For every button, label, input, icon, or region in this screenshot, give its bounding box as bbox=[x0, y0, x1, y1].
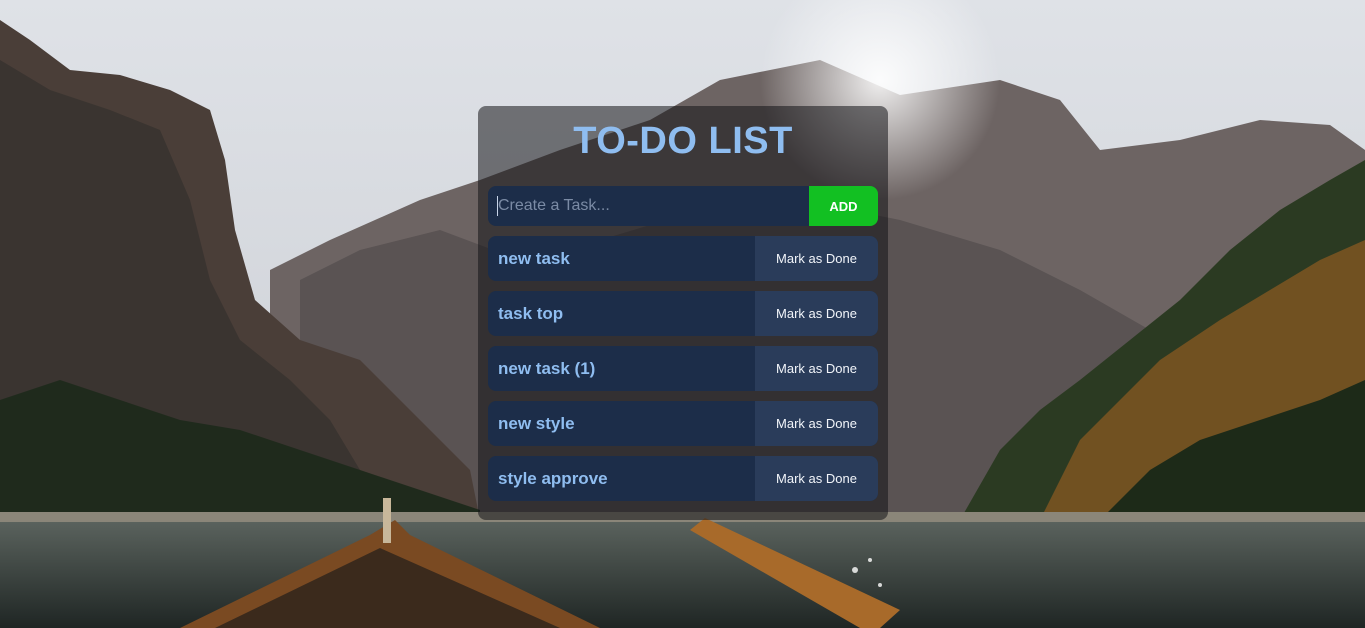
mark-as-done-button[interactable]: Mark as Done bbox=[755, 456, 878, 501]
mark-as-done-button[interactable]: Mark as Done bbox=[755, 401, 878, 446]
task-item: new task (1) Mark as Done bbox=[488, 346, 878, 391]
mark-as-done-button[interactable]: Mark as Done bbox=[755, 291, 878, 336]
task-text: new task bbox=[498, 248, 570, 268]
mark-as-done-button[interactable]: Mark as Done bbox=[755, 346, 878, 391]
page-title: TO-DO LIST bbox=[573, 120, 793, 162]
task-text: task top bbox=[498, 303, 564, 323]
mark-as-done-button[interactable]: Mark as Done bbox=[755, 236, 878, 281]
task-text: new task (1) bbox=[498, 358, 596, 378]
task-text: new style bbox=[498, 413, 575, 433]
task-item: new task Mark as Done bbox=[488, 236, 878, 281]
task-item: task top Mark as Done bbox=[488, 291, 878, 336]
create-task-row: ADD bbox=[488, 186, 878, 226]
task-list: new task Mark as Done task top Mark as D… bbox=[488, 236, 878, 511]
task-item: new style Mark as Done bbox=[488, 401, 878, 446]
todo-card: TO-DO LIST ADD new task Mark as Done tas… bbox=[478, 106, 888, 520]
text-caret bbox=[497, 196, 498, 216]
add-task-button[interactable]: ADD bbox=[809, 186, 878, 226]
create-task-input[interactable] bbox=[488, 186, 809, 226]
task-text: style approve bbox=[498, 468, 608, 488]
task-item: style approve Mark as Done bbox=[488, 456, 878, 501]
